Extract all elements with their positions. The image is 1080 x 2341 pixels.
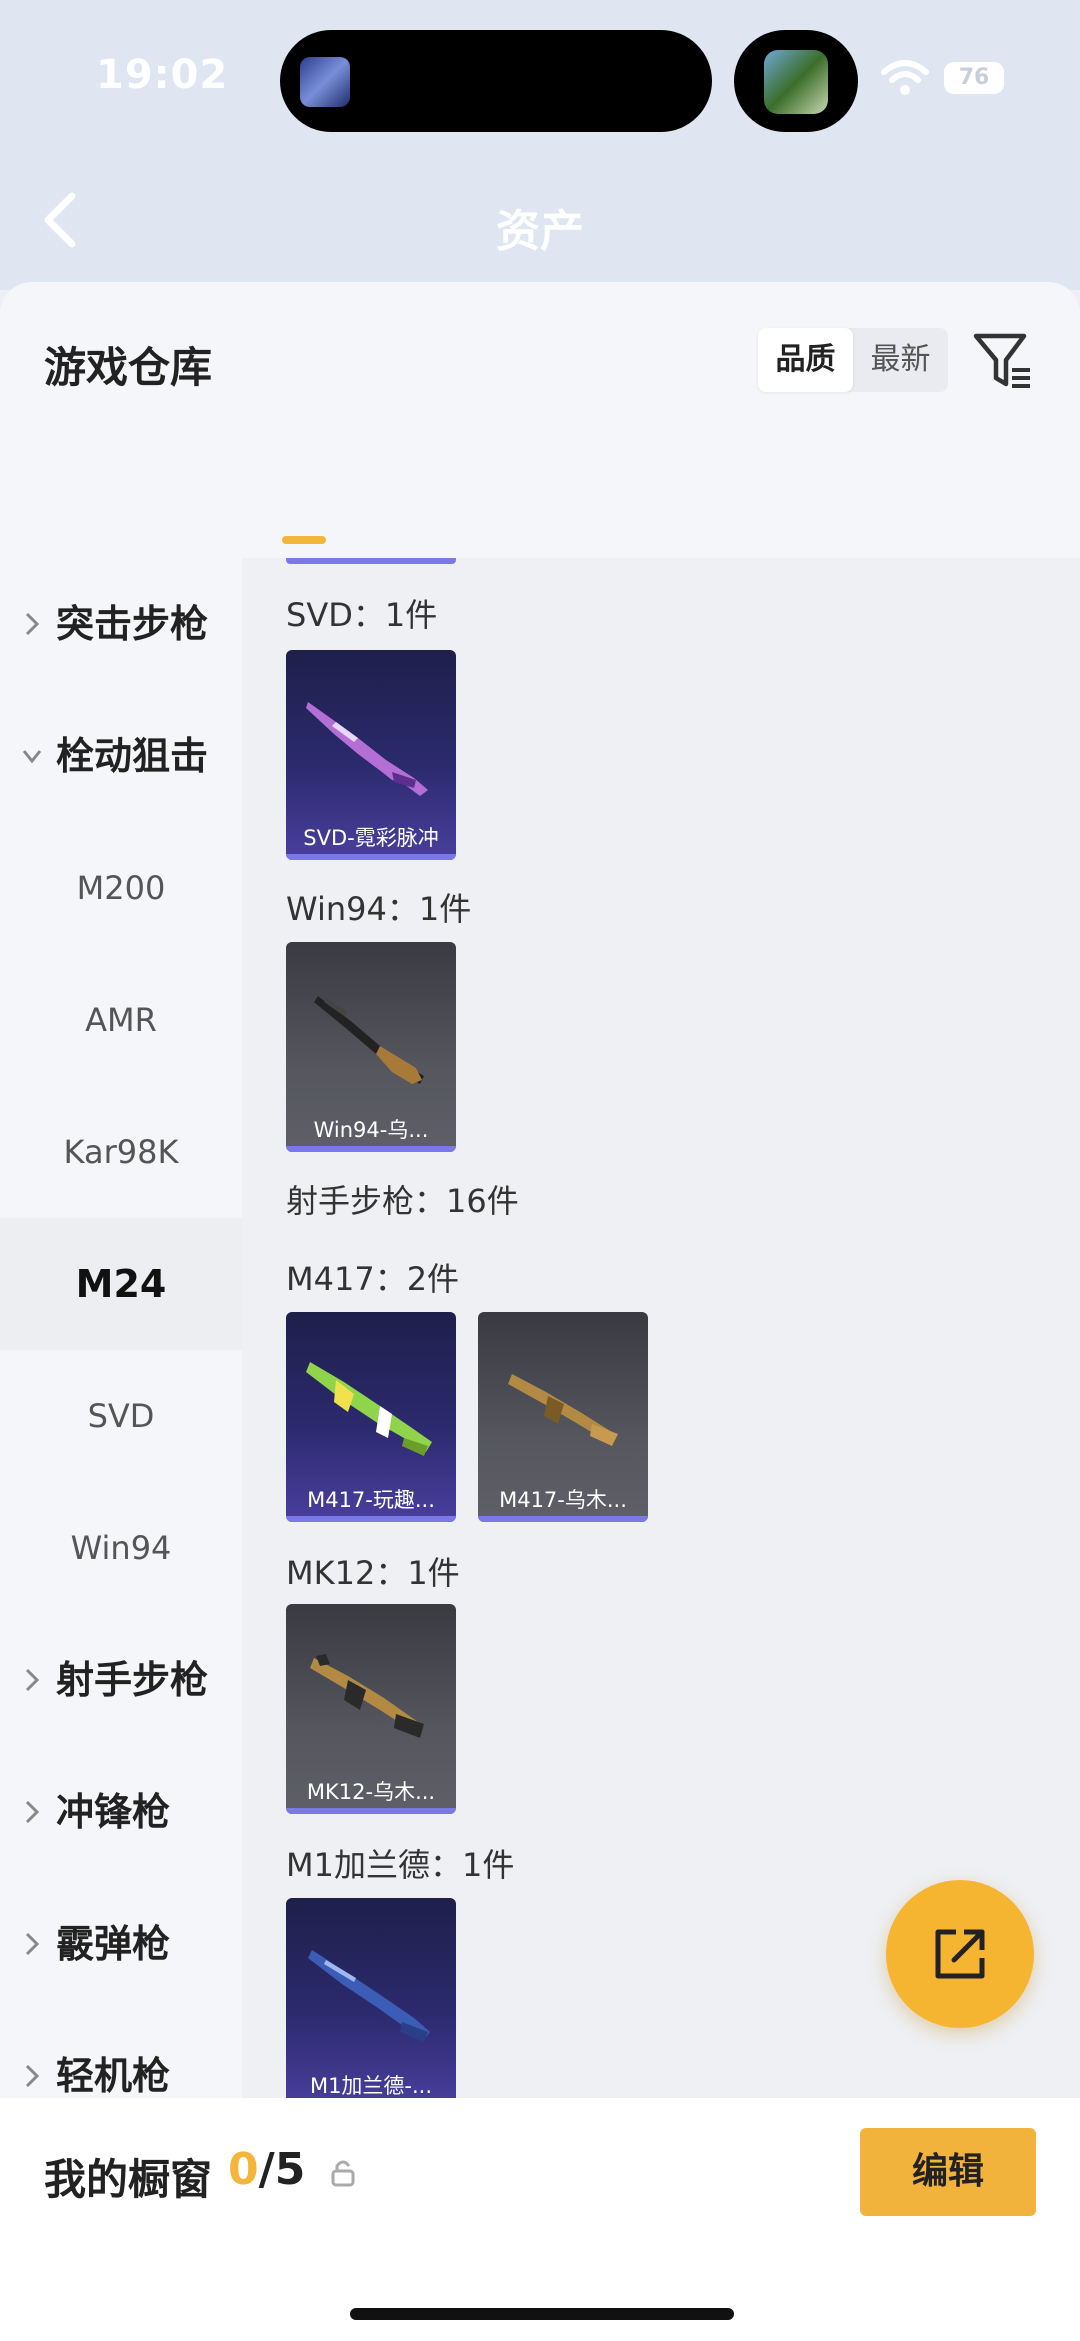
chevron-right-icon (25, 612, 40, 636)
weapon-name: M1加兰德-... (309, 2074, 433, 2098)
rifle-icon (308, 1950, 430, 2042)
showcase-current: 0 (228, 2144, 259, 2195)
category-tabs: 时装278 枪械117 装备159 载具0 战备65 (0, 422, 1080, 648)
group-label-svd: SVD：1件 (286, 596, 438, 634)
nav-category-label: 突击步枪 (56, 602, 209, 646)
dynamic-island (280, 30, 712, 132)
rarity-bar (286, 1808, 456, 1814)
weapon-name: M417-乌木... (499, 1488, 627, 1512)
weapon-card-m417-fun[interactable]: M417-玩趣... (286, 1312, 456, 1522)
weapon-list: SVD：1件 SVD-霓彩脉冲 Win94：1件 Win94-乌... 射手步枪… (242, 558, 1080, 2098)
filter-icon[interactable] (972, 330, 1034, 392)
top-header: 19:02 76 资产 (0, 0, 1080, 290)
nav-category-label: 霰弹枪 (56, 1922, 171, 1966)
warehouse-title: 游戏仓库 (44, 343, 213, 392)
rifle-icon (306, 1362, 432, 1456)
showcase-count: 0/5 (228, 2144, 305, 2195)
share-icon (935, 1929, 985, 1979)
chevron-right-icon (25, 1932, 40, 1956)
active-tab-underline (282, 536, 326, 544)
rarity-bar (478, 1516, 648, 1522)
group-label-m1-garand: M1加兰德：1件 (286, 1846, 515, 1884)
nav-sub-m24[interactable]: M24 (0, 1218, 242, 1350)
group-label-marksman: 射手步枪：16件 (286, 1182, 519, 1220)
showcase-bar: 我的橱窗 0/5 编辑 (0, 2098, 1080, 2341)
nav-category-marksman[interactable]: 射手步枪 (0, 1614, 242, 1746)
nav-sub-amr[interactable]: AMR (0, 954, 242, 1086)
nav-sub-win94[interactable]: Win94 (0, 1482, 242, 1614)
share-button[interactable] (886, 1880, 1034, 2028)
rifle-icon (314, 996, 424, 1084)
category-nav: 突击步枪 栓动狙击 M200 AMR Kar98K M24 SVD Win94 … (0, 558, 242, 2341)
chevron-right-icon (25, 2064, 40, 2088)
weapon-card-m1-garand[interactable]: M1加兰德-... (286, 1898, 456, 2098)
edit-button[interactable]: 编辑 (860, 2128, 1036, 2216)
showcase-total: /5 (258, 2144, 306, 2195)
weapon-card-mk12[interactable]: MK12-乌木... (286, 1604, 456, 1814)
page-title: 资产 (496, 206, 584, 257)
nav-category-bolt-sniper[interactable]: 栓动狙击 (0, 690, 242, 822)
nav-sub-m200[interactable]: M200 (0, 822, 242, 954)
group-label-win94: Win94：1件 (286, 890, 472, 928)
nav-category-smg[interactable]: 冲锋枪 (0, 1746, 242, 1878)
nav-category-assault-rifle[interactable]: 突击步枪 (0, 558, 242, 690)
rifle-icon (508, 1374, 618, 1446)
nav-category-label: 冲锋枪 (56, 1790, 171, 1834)
weapon-card-m417-ebony[interactable]: M417-乌木... (478, 1312, 648, 1522)
nav-sub-svd[interactable]: SVD (0, 1350, 242, 1482)
status-time: 19:02 (96, 52, 229, 98)
nav-sub-kar98k[interactable]: Kar98K (0, 1086, 242, 1218)
weapon-card-win94[interactable]: Win94-乌... (286, 942, 456, 1152)
rifle-icon (310, 1654, 424, 1738)
rarity-bar (286, 1516, 456, 1522)
avatar-icon (764, 50, 828, 114)
group-label-m417: M417：2件 (286, 1260, 460, 1298)
battery-indicator: 76 (944, 62, 1004, 94)
app-thumbnail-icon (300, 57, 350, 107)
weapon-card-svd[interactable]: SVD-霓彩脉冲 (286, 650, 456, 860)
weapon-name: SVD-霓彩脉冲 (303, 826, 439, 850)
chevron-right-icon (25, 1668, 40, 1692)
showcase-title: 我的橱窗 (44, 2155, 213, 2204)
nav-category-shotgun[interactable]: 霰弹枪 (0, 1878, 242, 2010)
group-label-mk12: MK12：1件 (286, 1554, 460, 1592)
previous-card-edge (286, 558, 456, 564)
lock-icon (331, 2160, 355, 2187)
nav-category-label: 栓动狙击 (56, 734, 209, 778)
rifle-icon (306, 702, 428, 796)
chevron-right-icon (25, 1800, 40, 1824)
rarity-bar (286, 1146, 456, 1152)
home-indicator (350, 2308, 734, 2320)
nav-category-label: 射手步枪 (56, 1658, 209, 1702)
sort-latest-button[interactable]: 最新 (853, 328, 948, 392)
sort-toggle: 品质 最新 (758, 328, 948, 392)
rarity-bar (286, 854, 456, 860)
weapon-name: MK12-乌木... (306, 1780, 436, 1804)
weapon-name: M417-玩趣... (307, 1488, 435, 1512)
dynamic-island-avatar (734, 30, 858, 132)
weapon-name: Win94-乌... (313, 1118, 429, 1142)
sort-quality-button[interactable]: 品质 (758, 328, 853, 392)
wifi-icon (881, 60, 929, 95)
chevron-down-icon (22, 750, 42, 764)
